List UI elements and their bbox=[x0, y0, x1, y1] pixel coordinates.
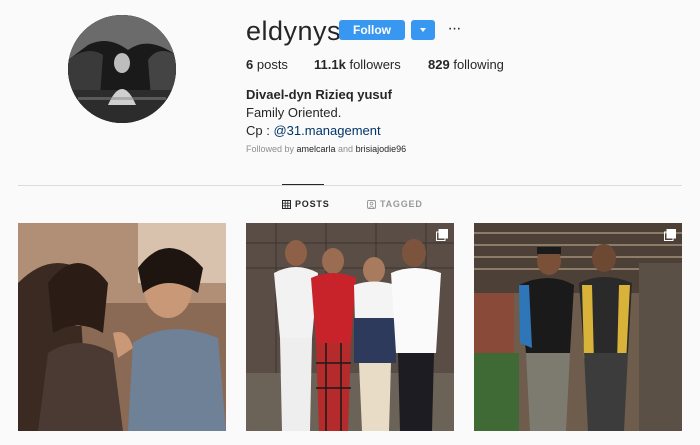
followed-by: Followed by amelcarla and brisiajodie96 bbox=[246, 144, 406, 154]
bio-contact-prefix: Cp : bbox=[246, 123, 274, 138]
followed-by-user-2[interactable]: brisiajodie96 bbox=[356, 144, 407, 154]
tab-tagged[interactable]: TAGGED bbox=[367, 199, 423, 209]
post-thumbnail[interactable] bbox=[474, 223, 682, 431]
posts-count: 6 bbox=[246, 57, 254, 72]
bio-contact: Cp : @31.management bbox=[246, 122, 392, 140]
tabs-divider bbox=[18, 185, 682, 186]
more-options-button[interactable]: ··· bbox=[445, 20, 463, 40]
tab-posts[interactable]: POSTS bbox=[282, 199, 330, 209]
active-tab-indicator bbox=[282, 184, 324, 185]
profile-full-name: Divael-dyn Rizieq yusuf bbox=[246, 87, 392, 102]
bio-line: Family Oriented. bbox=[246, 105, 342, 120]
tab-tagged-label: TAGGED bbox=[380, 199, 423, 209]
management-link[interactable]: @31.management bbox=[273, 123, 380, 138]
tag-icon bbox=[367, 199, 376, 209]
follow-button[interactable]: Follow bbox=[339, 20, 405, 40]
chevron-down-icon bbox=[420, 28, 426, 32]
followers-count: 11.1k bbox=[314, 57, 346, 72]
avatar-photo bbox=[68, 15, 176, 123]
profile-bio: Divael-dyn Rizieq yusuf Family Oriented.… bbox=[246, 86, 392, 140]
post-image bbox=[474, 223, 682, 431]
post-thumbnail[interactable] bbox=[18, 223, 226, 431]
followers-stat[interactable]: 11.1k followers bbox=[314, 57, 401, 72]
posts-label: posts bbox=[256, 57, 288, 72]
post-image bbox=[18, 223, 226, 431]
suggestions-dropdown-button[interactable] bbox=[411, 20, 435, 40]
following-stat[interactable]: 829 following bbox=[428, 57, 504, 72]
posts-stat: 6 posts bbox=[246, 57, 288, 72]
tab-posts-label: POSTS bbox=[295, 199, 330, 209]
followers-label: followers bbox=[349, 57, 401, 72]
followed-by-prefix: Followed by bbox=[246, 144, 297, 154]
followed-by-user-1[interactable]: amelcarla bbox=[297, 144, 336, 154]
post-image bbox=[246, 223, 454, 431]
following-count: 829 bbox=[428, 57, 450, 72]
grid-icon bbox=[282, 199, 291, 209]
following-label: following bbox=[453, 57, 504, 72]
multiple-photos-icon bbox=[436, 229, 448, 241]
post-thumbnail[interactable] bbox=[246, 223, 454, 431]
followed-by-joiner: and bbox=[335, 144, 356, 154]
multiple-photos-icon bbox=[664, 229, 676, 241]
profile-username: eldynysf bbox=[246, 16, 350, 46]
profile-avatar[interactable] bbox=[68, 15, 176, 123]
